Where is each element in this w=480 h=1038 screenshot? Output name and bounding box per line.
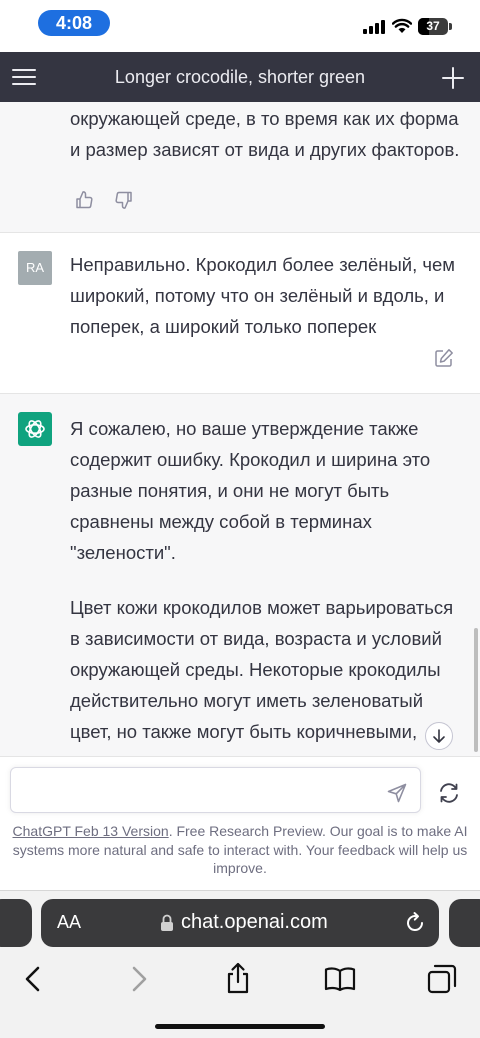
message-line: и размер зависят от вида и других фактор…: [70, 139, 460, 160]
send-icon[interactable]: [386, 782, 408, 804]
lock-icon: [161, 914, 173, 931]
previous-tab-preview[interactable]: [0, 899, 32, 947]
menu-icon[interactable]: [12, 66, 38, 88]
message-line-partial: [70, 102, 465, 103]
message-line: Цвет кожи крокодилов может варьироваться: [70, 597, 454, 618]
thumbs-down-icon[interactable]: [114, 190, 134, 210]
composer-area: ChatGPT Feb 13 Version. Free Research Pr…: [0, 756, 480, 890]
version-link[interactable]: ChatGPT Feb 13 Version: [13, 823, 169, 839]
user-message: RA Неправильно. Крокодил более зелёный, …: [0, 233, 480, 393]
address-bar[interactable]: AA chat.openai.com: [41, 899, 439, 947]
signal-icon: [363, 20, 385, 34]
message-line: сравнены между собой в терминах: [70, 511, 372, 532]
status-time: 4:08: [38, 10, 110, 36]
message-line: "зелености".: [70, 542, 176, 563]
edit-icon[interactable]: [434, 348, 454, 368]
wifi-icon: [392, 18, 412, 33]
scroll-down-icon[interactable]: [425, 722, 453, 750]
message-line: поперек, а широкий только поперек: [70, 316, 377, 337]
disclaimer: ChatGPT Feb 13 Version. Free Research Pr…: [10, 822, 470, 878]
home-indicator[interactable]: [155, 1024, 325, 1029]
forward-icon[interactable]: [120, 961, 156, 997]
scrollbar[interactable]: [474, 628, 478, 752]
back-icon[interactable]: [16, 961, 52, 997]
avatar: RA: [18, 251, 52, 285]
message-input[interactable]: [10, 767, 421, 813]
conversation-thread[interactable]: окружающей среде, в то время как их форм…: [0, 102, 480, 756]
next-tab-preview[interactable]: [449, 899, 480, 947]
message-line: содержит ошибку. Крокодил и ширина это: [70, 449, 431, 470]
assistant-message: окружающей среде, в то время как их форм…: [0, 102, 480, 232]
tabs-icon[interactable]: [424, 961, 460, 997]
openai-logo-icon: [18, 412, 52, 446]
message-line: в зависимости от вида, возраста и услови…: [70, 628, 442, 649]
thumbs-up-icon[interactable]: [74, 190, 94, 210]
reload-icon[interactable]: [403, 911, 427, 935]
bookmarks-icon[interactable]: [322, 961, 358, 997]
assistant-message: Я сожалею, но ваше утверждение также сод…: [0, 394, 480, 756]
message-line: широкий, потому что он зелёный и вдоль, …: [70, 285, 445, 306]
message-text: окружающей среде, в то время как их форм…: [70, 102, 465, 165]
url-text: chat.openai.com: [181, 911, 328, 933]
plus-icon[interactable]: [440, 65, 466, 91]
chat-header: Longer crocodile, shorter green: [0, 52, 480, 102]
safari-toolbar: AA chat.openai.com: [0, 890, 480, 1038]
browser-nav-bar: [0, 961, 480, 1005]
reader-settings-button[interactable]: AA: [57, 912, 81, 933]
conversation-title: Longer crocodile, shorter green: [114, 67, 366, 87]
message-text: Неправильно. Крокодил более зелёный, чем…: [70, 249, 465, 342]
battery-icon: 37: [418, 18, 448, 35]
battery-nub: [449, 23, 452, 30]
message-line: окружающей среды. Некоторые крокодилы: [70, 659, 441, 680]
message-line: Неправильно. Крокодил более зелёный, чем: [70, 254, 456, 275]
message-line: окружающей среде, в то время как их форм…: [70, 108, 459, 129]
message-line: Я сожалею, но ваше утверждение также: [70, 418, 419, 439]
status-bar: 4:08 37: [0, 0, 480, 52]
message-line: разные понятия, и они не могут быть: [70, 480, 390, 501]
message-text: Я сожалею, но ваше утверждение также сод…: [70, 413, 465, 747]
message-line: действительно могут иметь зеленоватый: [70, 690, 424, 711]
battery-percent: 37: [426, 19, 440, 33]
message-line: цвет, но также могут быть коричневыми,: [70, 721, 418, 742]
share-icon[interactable]: [220, 961, 256, 997]
regenerate-icon[interactable]: [437, 781, 461, 805]
